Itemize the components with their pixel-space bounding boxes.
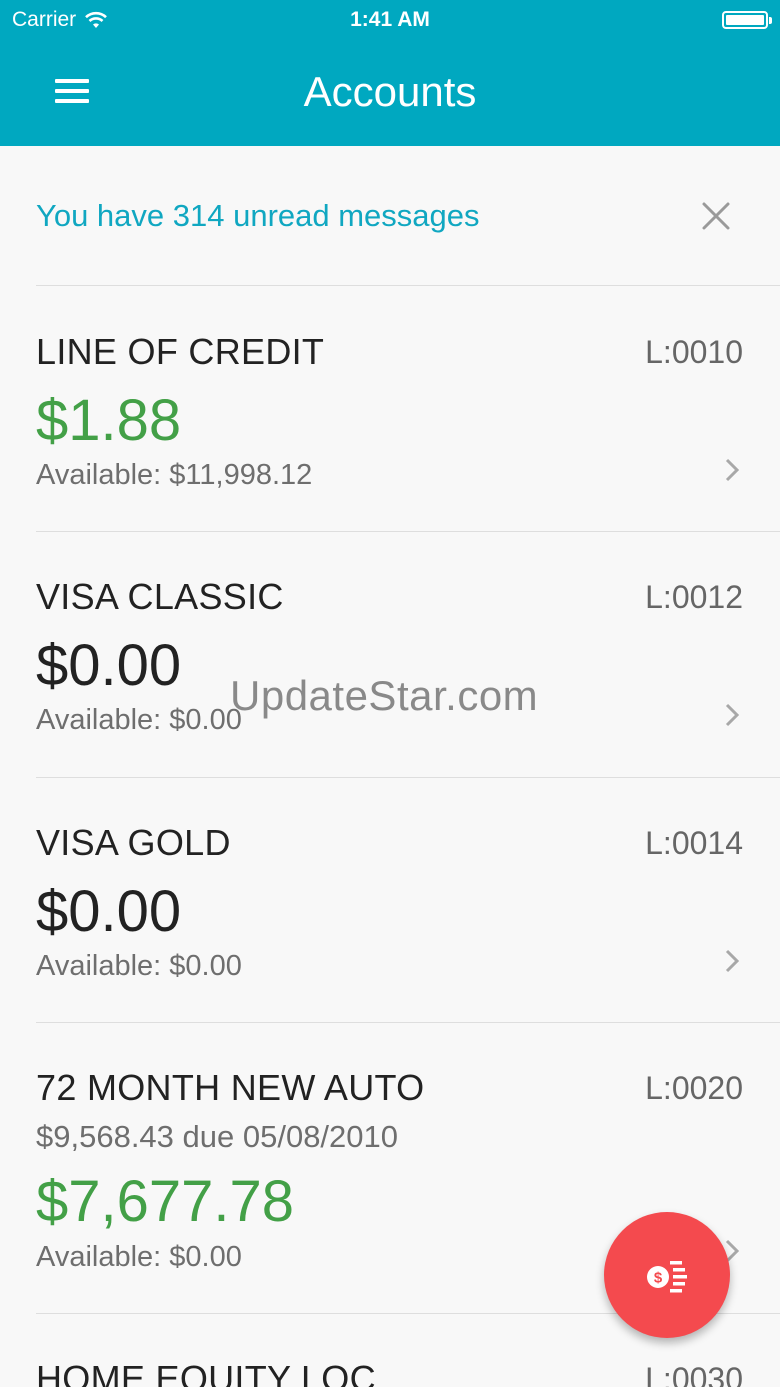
status-time: 1:41 AM bbox=[350, 8, 430, 31]
unread-messages-text[interactable]: You have 314 unread messages bbox=[36, 198, 480, 234]
close-icon[interactable] bbox=[696, 196, 736, 236]
account-row-line-of-credit[interactable]: LINE OF CREDIT L:0010 $1.88 Available: $… bbox=[36, 287, 780, 532]
account-payment-due: $9,568.43 due 05/08/2010 bbox=[36, 1119, 399, 1154]
account-number: L:0014 bbox=[645, 825, 743, 861]
account-row-visa-classic[interactable]: VISA CLASSIC L:0012 $0.00 Available: $0.… bbox=[36, 532, 780, 778]
chevron-right-icon bbox=[725, 703, 740, 727]
watermark: UpdateStar.com bbox=[230, 672, 539, 719]
account-balance: $7,677.78 bbox=[36, 1169, 295, 1234]
account-balance: $0.00 bbox=[36, 879, 182, 944]
status-bar: Carrier 1:41 AM bbox=[0, 0, 780, 40]
account-available: Available: $0.00 bbox=[36, 950, 242, 982]
account-number: L:0030 bbox=[645, 1361, 743, 1387]
account-available: Available: $0.00 bbox=[36, 704, 242, 736]
chevron-right-icon bbox=[725, 458, 740, 482]
account-available: Available: $0.00 bbox=[36, 1241, 242, 1273]
money-transfer-icon: $ bbox=[647, 1261, 687, 1293]
unread-messages-banner[interactable]: You have 314 unread messages bbox=[36, 146, 780, 286]
account-name: HOME EQUITY LOC bbox=[36, 1358, 376, 1387]
account-name: 72 MONTH NEW AUTO bbox=[36, 1067, 425, 1108]
account-row-visa-gold[interactable]: VISA GOLD L:0014 $0.00 Available: $0.00 bbox=[36, 778, 780, 1023]
page-title: Accounts bbox=[303, 68, 477, 115]
account-name: LINE OF CREDIT bbox=[36, 331, 325, 372]
battery-icon bbox=[722, 11, 772, 29]
account-number: L:0012 bbox=[645, 579, 743, 615]
transfer-fab-button[interactable]: $ bbox=[604, 1212, 730, 1338]
svg-text:$: $ bbox=[654, 1270, 663, 1287]
account-number: L:0020 bbox=[645, 1070, 743, 1106]
account-balance: $0.00 bbox=[36, 633, 182, 698]
account-number: L:0010 bbox=[645, 334, 743, 370]
chevron-right-icon bbox=[725, 949, 740, 973]
account-name: VISA GOLD bbox=[36, 822, 231, 863]
app-header: Carrier 1:41 AM Accounts bbox=[0, 0, 780, 146]
account-name: VISA CLASSIC bbox=[36, 576, 284, 617]
account-balance: $1.88 bbox=[36, 388, 182, 453]
account-available: Available: $11,998.12 bbox=[36, 459, 313, 491]
